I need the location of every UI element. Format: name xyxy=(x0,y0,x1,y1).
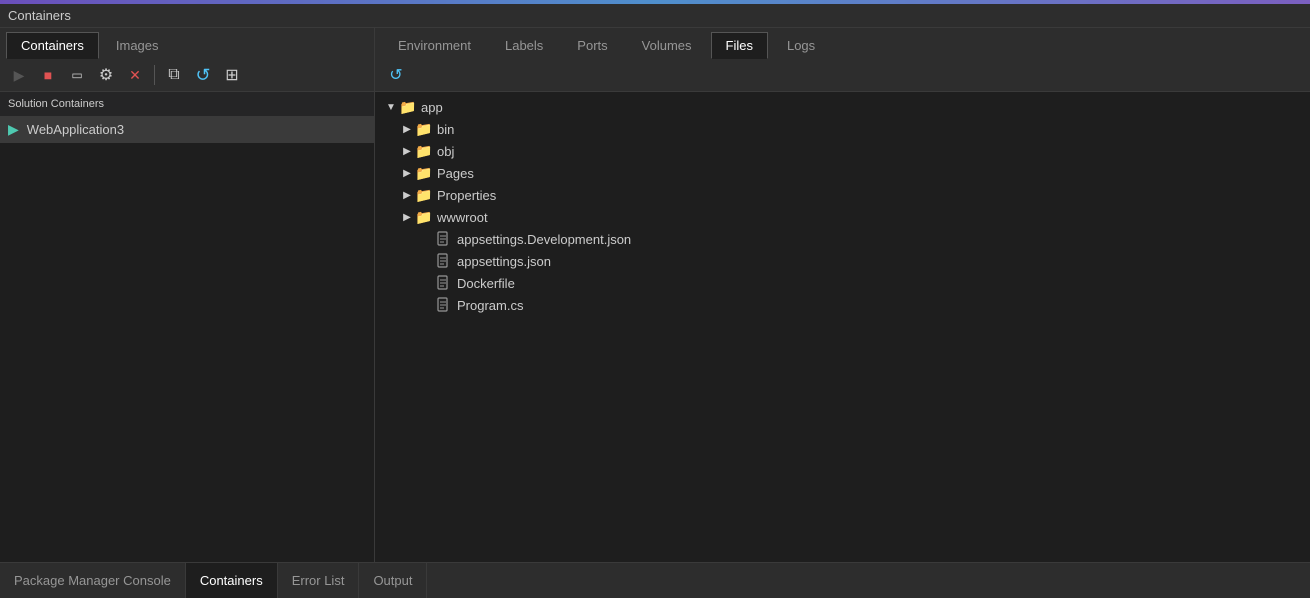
arrow-obj: ▶ xyxy=(399,143,415,159)
delete-button[interactable]: ✕ xyxy=(122,63,148,87)
tree-item-appsettings[interactable]: ▶ appsettings.json xyxy=(375,250,1310,272)
tree-item-bin[interactable]: ▶ 📁 bin xyxy=(375,118,1310,140)
tab-ports[interactable]: Ports xyxy=(562,32,622,59)
folder-icon-obj: 📁 xyxy=(415,143,433,159)
label-program: Program.cs xyxy=(457,298,523,313)
main-content: Containers Images ▶ ■ ▭ ⚙ ✕ ⧉ ↺ ⊞ Soluti… xyxy=(0,28,1310,562)
file-tree[interactable]: ▼ 📁 app ▶ 📁 bin ▶ 📁 obj ▶ xyxy=(375,92,1310,562)
title-bar: Containers xyxy=(0,4,1310,28)
file-icon-program xyxy=(435,297,453,313)
tree-item-program[interactable]: ▶ Program.cs xyxy=(375,294,1310,316)
container-item[interactable]: ▶ WebApplication3 xyxy=(0,116,374,143)
tree-item-app[interactable]: ▼ 📁 app xyxy=(375,96,1310,118)
label-obj: obj xyxy=(437,144,454,159)
tree-item-wwwroot[interactable]: ▶ 📁 wwwroot xyxy=(375,206,1310,228)
settings-button[interactable]: ⚙ xyxy=(93,63,119,87)
tab-volumes[interactable]: Volumes xyxy=(627,32,707,59)
left-toolbar: ▶ ■ ▭ ⚙ ✕ ⧉ ↺ ⊞ xyxy=(0,59,374,92)
tree-item-appsettings-dev[interactable]: ▶ appsettings.Development.json xyxy=(375,228,1310,250)
arrow-app: ▼ xyxy=(383,99,399,115)
right-panel: Environment Labels Ports Volumes Files L… xyxy=(375,28,1310,562)
title-text: Containers xyxy=(8,8,71,23)
bottom-tabs: Package Manager Console Containers Error… xyxy=(0,562,1310,598)
copy-button[interactable]: ⧉ xyxy=(161,63,187,87)
bottom-tab-error-list[interactable]: Error List xyxy=(278,563,360,598)
files-refresh-button[interactable]: ↺ xyxy=(383,63,409,87)
tab-environment[interactable]: Environment xyxy=(383,32,486,59)
container-name: WebApplication3 xyxy=(27,122,124,137)
bottom-tab-containers[interactable]: Containers xyxy=(186,563,278,598)
left-panel: Containers Images ▶ ■ ▭ ⚙ ✕ ⧉ ↺ ⊞ Soluti… xyxy=(0,28,375,562)
terminal-button[interactable]: ▭ xyxy=(64,63,90,87)
label-app: app xyxy=(421,100,443,115)
label-appsettings: appsettings.json xyxy=(457,254,551,269)
tab-logs[interactable]: Logs xyxy=(772,32,830,59)
tree-item-obj[interactable]: ▶ 📁 obj xyxy=(375,140,1310,162)
label-bin: bin xyxy=(437,122,454,137)
attach-button[interactable]: ⊞ xyxy=(219,63,245,87)
arrow-wwwroot: ▶ xyxy=(399,209,415,225)
folder-icon-properties: 📁 xyxy=(415,187,433,203)
toolbar-separator-1 xyxy=(154,65,155,85)
tab-images[interactable]: Images xyxy=(101,32,174,59)
tab-containers[interactable]: Containers xyxy=(6,32,99,59)
container-status-icon: ▶ xyxy=(8,121,19,138)
stop-button[interactable]: ■ xyxy=(35,63,61,87)
label-appsettings-dev: appsettings.Development.json xyxy=(457,232,631,247)
tab-files[interactable]: Files xyxy=(711,32,768,59)
folder-icon-pages: 📁 xyxy=(415,165,433,181)
section-header: Solution Containers xyxy=(0,92,374,116)
right-tab-bar: Environment Labels Ports Volumes Files L… xyxy=(375,28,1310,59)
tree-item-dockerfile[interactable]: ▶ Dockerfile xyxy=(375,272,1310,294)
right-toolbar: ↺ xyxy=(375,59,1310,92)
arrow-properties: ▶ xyxy=(399,187,415,203)
start-button[interactable]: ▶ xyxy=(6,63,32,87)
left-tab-bar: Containers Images xyxy=(0,28,374,59)
tab-labels[interactable]: Labels xyxy=(490,32,558,59)
folder-icon-wwwroot: 📁 xyxy=(415,209,433,225)
refresh-button[interactable]: ↺ xyxy=(190,63,216,87)
tree-item-pages[interactable]: ▶ 📁 Pages xyxy=(375,162,1310,184)
arrow-bin: ▶ xyxy=(399,121,415,137)
bottom-tab-output[interactable]: Output xyxy=(359,563,427,598)
arrow-pages: ▶ xyxy=(399,165,415,181)
files-refresh-icon: ↺ xyxy=(389,65,402,85)
bottom-tab-package-manager[interactable]: Package Manager Console xyxy=(0,563,186,598)
label-pages: Pages xyxy=(437,166,474,181)
folder-icon-bin: 📁 xyxy=(415,121,433,137)
container-list: ▶ WebApplication3 xyxy=(0,116,374,562)
label-dockerfile: Dockerfile xyxy=(457,276,515,291)
tree-item-properties[interactable]: ▶ 📁 Properties xyxy=(375,184,1310,206)
folder-icon-app: 📁 xyxy=(399,99,417,115)
file-icon-appsettings-dev xyxy=(435,231,453,247)
file-icon-dockerfile xyxy=(435,275,453,291)
label-properties: Properties xyxy=(437,188,496,203)
file-icon-appsettings xyxy=(435,253,453,269)
label-wwwroot: wwwroot xyxy=(437,210,488,225)
